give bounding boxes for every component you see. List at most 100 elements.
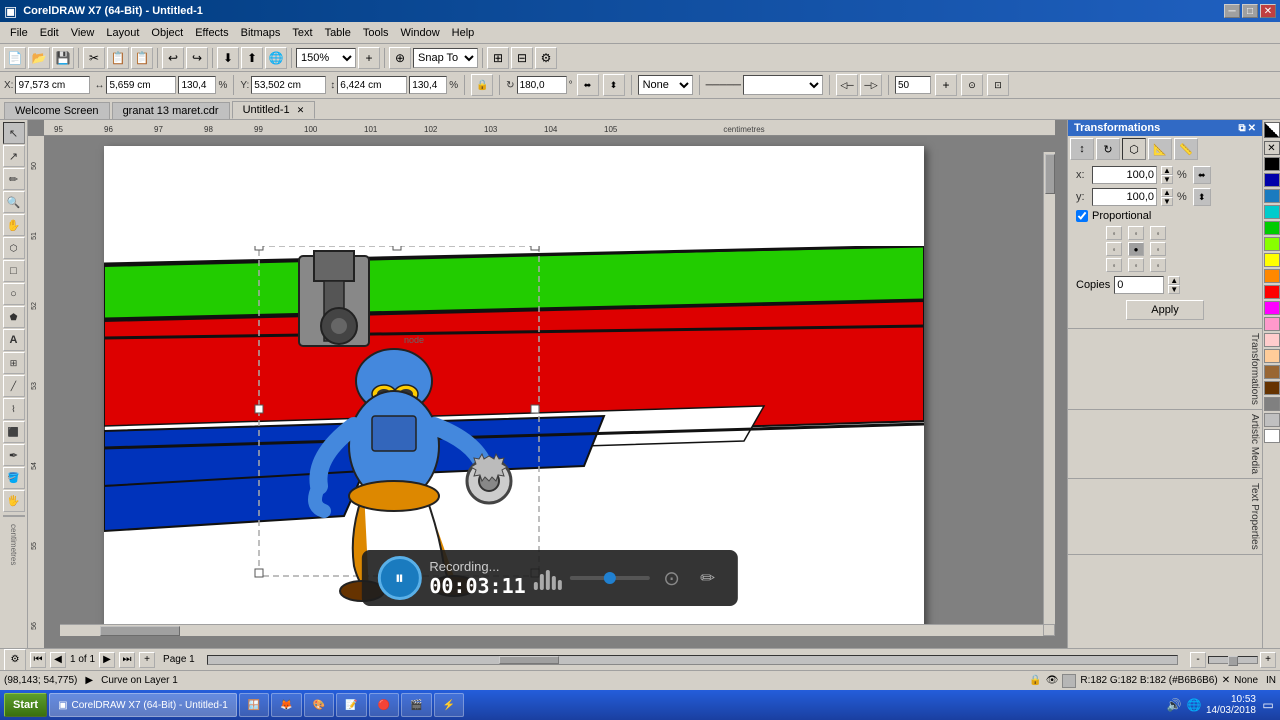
new-btn[interactable]: 📄 [4, 47, 26, 69]
color-swatch-orange[interactable] [1264, 269, 1280, 283]
zoom-in-bottom-btn[interactable]: + [1260, 652, 1276, 668]
anchor-tl[interactable]: ◦ [1106, 226, 1122, 240]
taskbar-media2[interactable]: 🎬 [401, 693, 431, 717]
volume-icon[interactable]: 🔊 [1166, 697, 1182, 713]
anchor-bc[interactable]: ◦ [1128, 258, 1144, 272]
x-tf-input[interactable] [1092, 166, 1157, 184]
apply-button[interactable]: Apply [1126, 300, 1204, 320]
menu-file[interactable]: File [4, 25, 34, 41]
menu-tools[interactable]: Tools [357, 25, 395, 41]
view-mode-btn[interactable]: ⊟ [511, 47, 533, 69]
tool-fill[interactable]: 🪣 [3, 467, 25, 489]
anchor-br[interactable]: ◦ [1150, 258, 1166, 272]
maximize-btn[interactable]: □ [1242, 4, 1258, 18]
menu-edit[interactable]: Edit [34, 25, 65, 41]
anchor-ml[interactable]: ◦ [1106, 242, 1122, 256]
angle-input[interactable] [517, 76, 567, 94]
mirror-h-btn[interactable]: ⬌ [577, 74, 599, 96]
clock[interactable]: 10:53 14/03/2018 [1206, 694, 1256, 716]
next-page-btn[interactable]: ▶ [99, 652, 115, 668]
last-page-btn[interactable]: ⏭ [119, 652, 135, 668]
color-swatch-brown[interactable] [1264, 365, 1280, 379]
mirror-v-btn[interactable]: ⬍ [603, 74, 625, 96]
color-swatch-white[interactable] [1264, 429, 1280, 443]
pause-button[interactable]: ⏸ [377, 556, 421, 600]
outline-select[interactable]: None [638, 75, 693, 95]
default-colors-icon[interactable] [1264, 122, 1280, 138]
transform-tab-position[interactable]: ↕ [1070, 138, 1094, 160]
color-swatch-darkblue[interactable] [1264, 173, 1280, 187]
menu-help[interactable]: Help [446, 25, 481, 41]
taskbar-media1[interactable]: 🔴 [369, 693, 399, 717]
tool-polygon[interactable]: ⬟ [3, 306, 25, 328]
tool-dim[interactable]: ╱ [3, 375, 25, 397]
mirror-h-icon[interactable]: ⬌ [1193, 166, 1211, 184]
tab-granat[interactable]: granat 13 maret.cdr [112, 102, 230, 119]
tool-table[interactable]: ⊞ [3, 352, 25, 374]
menu-view[interactable]: View [65, 25, 101, 41]
taskbar-explorer[interactable]: 🪟 [239, 693, 269, 717]
mirror-v-icon[interactable]: ⬍ [1193, 188, 1211, 206]
tab-untitled[interactable]: Untitled-1 ✕ [232, 101, 316, 119]
close-btn[interactable]: ✕ [1260, 4, 1276, 18]
h-coord-input[interactable] [337, 76, 407, 94]
y-tf-down[interactable]: ▼ [1161, 197, 1173, 206]
menu-layout[interactable]: Layout [100, 25, 145, 41]
color-swatch-cyan[interactable] [1264, 205, 1280, 219]
anchor-tc[interactable]: ◦ [1128, 226, 1144, 240]
color-swatch-blue[interactable] [1264, 189, 1280, 203]
tool-subselect[interactable]: ↗ [3, 145, 25, 167]
hscroll-track[interactable] [207, 655, 1178, 665]
export-btn[interactable]: ⬆ [241, 47, 263, 69]
minimize-btn[interactable]: ─ [1224, 4, 1240, 18]
copy-btn[interactable]: 📋 [107, 47, 129, 69]
tab-close-icon[interactable]: ✕ [297, 105, 305, 115]
outline-width-input[interactable] [895, 76, 931, 94]
page-setup-btn[interactable]: ⚙ [4, 649, 26, 671]
w-pct-input[interactable] [178, 76, 216, 94]
scale-outline-btn[interactable]: ⊡ [987, 74, 1009, 96]
line-style-select[interactable] [743, 75, 823, 95]
bottom-hscroll[interactable] [207, 655, 1178, 665]
tool-zoom[interactable]: 🔍 [3, 191, 25, 213]
menu-bitmaps[interactable]: Bitmaps [235, 25, 287, 41]
tool-rect[interactable]: □ [3, 260, 25, 282]
taskbar-photoshop[interactable]: 🎨 [304, 693, 334, 717]
snap-to-btn[interactable]: ⊕ [389, 47, 411, 69]
publish-btn[interactable]: 🌐 [265, 47, 287, 69]
tool-connector[interactable]: ⌇ [3, 398, 25, 420]
redo-btn[interactable]: ↪ [186, 47, 208, 69]
zoom-out-btn[interactable]: - [1190, 652, 1206, 668]
color-swatch-yellow[interactable] [1264, 253, 1280, 267]
import-btn[interactable]: ⬇ [217, 47, 239, 69]
color-swatch-magenta[interactable] [1264, 301, 1280, 315]
panel-close-btn[interactable]: ✕ [1248, 123, 1256, 134]
menu-object[interactable]: Object [145, 25, 189, 41]
start-arrow-btn[interactable]: ◁─ [836, 74, 858, 96]
proportional-checkbox[interactable] [1076, 210, 1088, 222]
tool-ellipse[interactable]: ○ [3, 283, 25, 305]
text-props-label[interactable]: Text Properties [1068, 479, 1262, 555]
prev-page-btn[interactable]: ◀ [50, 652, 66, 668]
rec-edit-btn[interactable]: ✏ [694, 564, 722, 592]
zoom-select[interactable]: 150% 100% 75% [296, 48, 356, 68]
cut-btn[interactable]: ✂ [83, 47, 105, 69]
zoom-slider[interactable] [1208, 656, 1258, 664]
color-swatch-lime[interactable] [1264, 237, 1280, 251]
menu-effects[interactable]: Effects [189, 25, 234, 41]
hscroll-thumb-bottom[interactable] [499, 656, 559, 664]
anchor-mr[interactable]: ◦ [1150, 242, 1166, 256]
lock-aspect-btn[interactable]: 🔒 [471, 74, 493, 96]
color-swatch-black[interactable] [1264, 157, 1280, 171]
h-pct-input[interactable] [409, 76, 447, 94]
color-swatch-lightpink[interactable] [1264, 333, 1280, 347]
color-swatch-silver[interactable] [1264, 413, 1280, 427]
tool-select[interactable]: ↖ [3, 122, 25, 144]
anchor-tr[interactable]: ◦ [1150, 226, 1166, 240]
transforms-side-label[interactable]: Transformations [1068, 329, 1262, 410]
show-desktop-icon[interactable]: ▭ [1260, 697, 1276, 713]
transform-tab-rotate[interactable]: ↻ [1096, 138, 1120, 160]
undo-btn[interactable]: ↩ [162, 47, 184, 69]
tool-text[interactable]: A [3, 329, 25, 351]
x-coord-input[interactable] [15, 76, 90, 94]
